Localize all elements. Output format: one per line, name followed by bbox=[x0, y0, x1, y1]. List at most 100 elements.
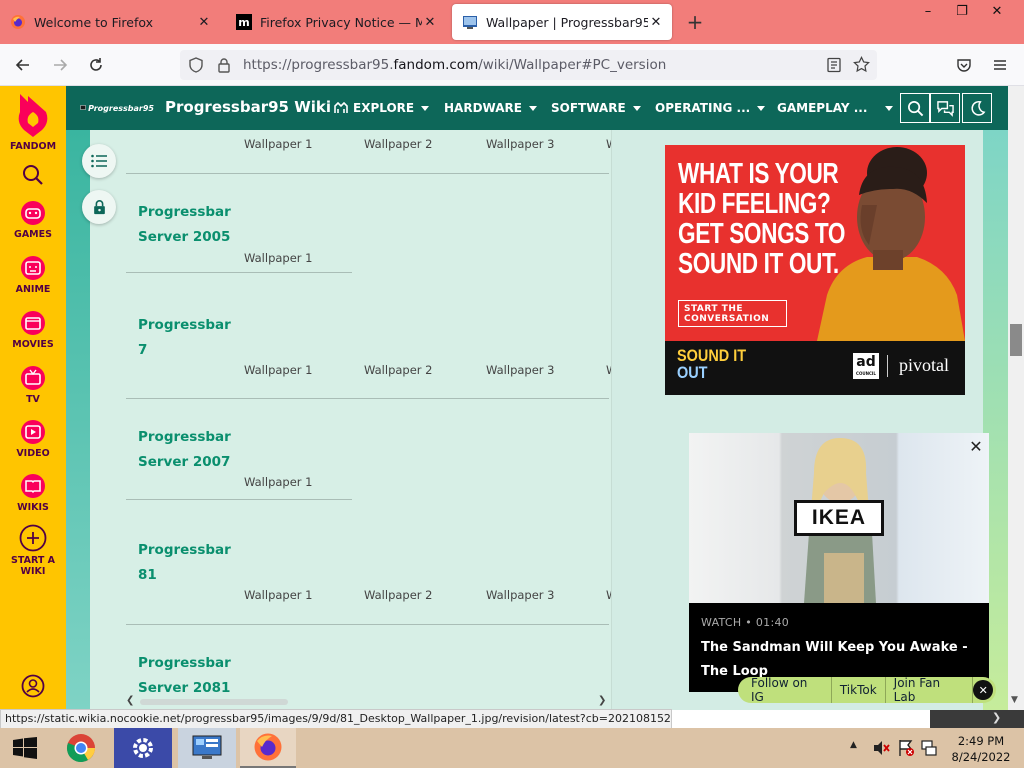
theme-toggle-button[interactable] bbox=[962, 93, 992, 123]
wiki-search-button[interactable] bbox=[900, 93, 930, 123]
tab-welcome-firefox[interactable]: Welcome to Firefox ✕ bbox=[0, 4, 220, 40]
url-text[interactable]: https://progressbar95.fandom.com/wiki/Wa… bbox=[243, 57, 666, 73]
wallpaper-link[interactable]: Wallpaper 2 bbox=[364, 363, 433, 377]
scroll-right-arrow[interactable]: ❯ bbox=[598, 695, 606, 706]
wiki-name[interactable]: Progressbar95 Wiki bbox=[165, 98, 331, 116]
wallpaper-link[interactable]: Wallpaper 3 bbox=[486, 588, 555, 602]
gallery-row: Wallpaper 1 Wallpaper 2 Wallpaper 3 W bbox=[126, 130, 611, 174]
start-a-wiki-button[interactable]: START A WIKI bbox=[0, 524, 66, 577]
fandom-logo[interactable]: FANDOM bbox=[0, 92, 66, 152]
toc-button[interactable] bbox=[82, 144, 116, 178]
section-title[interactable]: Progressbar Server 2081 bbox=[138, 651, 231, 700]
tab-close-icon[interactable]: ✕ bbox=[422, 14, 438, 30]
tab-close-icon[interactable]: ✕ bbox=[648, 14, 664, 30]
pocket-icon bbox=[957, 59, 971, 72]
network-icon[interactable] bbox=[920, 739, 938, 757]
video-player[interactable]: IKEA ✕ WATCH • 01:40 The Sandman Will Ke… bbox=[689, 433, 989, 692]
wallpaper-link[interactable]: Wallpaper 1 bbox=[244, 251, 313, 265]
wallpaper-link[interactable]: Wallpaper 2 bbox=[364, 588, 433, 602]
ad-cta-button[interactable]: START THE CONVERSATION bbox=[678, 300, 787, 327]
rail-item-games[interactable]: GAMES bbox=[0, 200, 66, 240]
section-title[interactable]: Progressbar 81 bbox=[138, 538, 231, 587]
scroll-down-arrow[interactable]: ▼ bbox=[1011, 695, 1018, 705]
wallpaper-link[interactable]: Wallpaper 1 bbox=[244, 588, 313, 602]
tab-privacy-notice[interactable]: m Firefox Privacy Notice — Mozilla ✕ bbox=[226, 4, 446, 40]
reader-view-icon[interactable] bbox=[826, 57, 842, 73]
section-title[interactable]: Progressbar Server 2005 bbox=[138, 200, 231, 249]
nav-label: GAMEPLAY ... bbox=[777, 101, 868, 115]
vertical-scroll-thumb[interactable] bbox=[1010, 324, 1022, 356]
rail-search[interactable] bbox=[0, 164, 66, 186]
gamepad-icon bbox=[21, 201, 45, 225]
discussions-button[interactable] bbox=[930, 93, 960, 123]
horizontal-scroll-thumb[interactable] bbox=[140, 699, 288, 705]
tv-icon bbox=[21, 366, 45, 390]
wallpaper-link[interactable]: Wallpaper 1 bbox=[244, 475, 313, 489]
scroll-left-arrow[interactable]: ❮ bbox=[126, 695, 134, 706]
video-meta: WATCH • 01:40 bbox=[701, 616, 790, 629]
chevron-down-icon bbox=[632, 105, 641, 111]
close-window-button[interactable]: ✕ bbox=[980, 0, 1014, 22]
shield-icon[interactable] bbox=[188, 57, 204, 73]
rail-item-tv[interactable]: TV bbox=[0, 365, 66, 405]
tab-wallpaper-wiki[interactable]: Wallpaper | Progressbar95 Wiki | Fa ✕ bbox=[452, 4, 672, 40]
section-title[interactable]: Progressbar 7 bbox=[138, 313, 231, 362]
volume-muted-icon[interactable] bbox=[872, 740, 890, 756]
reload-button[interactable] bbox=[82, 51, 110, 79]
rail-item-video[interactable]: VIDEO bbox=[0, 419, 66, 459]
tab-close-icon[interactable]: ✕ bbox=[196, 14, 212, 30]
horizontal-scrollbar[interactable]: ❮ ❯ bbox=[126, 695, 610, 709]
taskbar-chrome[interactable] bbox=[56, 728, 106, 768]
nav-software[interactable]: SOFTWARE bbox=[551, 86, 641, 130]
nav-hardware[interactable]: HARDWARE bbox=[444, 86, 537, 130]
wallpaper-link[interactable]: Wallpaper 3 bbox=[486, 137, 555, 151]
wallpaper-link[interactable]: Wallpaper 3 bbox=[486, 363, 555, 377]
follow-ig-link[interactable]: Follow on IG bbox=[738, 676, 832, 704]
section-title-line-1: Progressbar bbox=[138, 204, 231, 220]
book-icon bbox=[21, 474, 45, 498]
reload-icon bbox=[90, 58, 102, 71]
tiktok-link[interactable]: TikTok bbox=[832, 677, 886, 703]
wallpaper-link[interactable]: Wallpaper 1 bbox=[244, 137, 313, 151]
protection-button[interactable] bbox=[82, 190, 116, 224]
vertical-scrollbar[interactable]: ▼ bbox=[1008, 86, 1024, 710]
rail-item-anime[interactable]: ANIME bbox=[0, 255, 66, 295]
url-bar[interactable]: https://progressbar95.fandom.com/wiki/Wa… bbox=[180, 50, 877, 80]
nav-gameplay[interactable]: GAMEPLAY ... bbox=[777, 86, 894, 130]
start-button[interactable] bbox=[0, 728, 50, 768]
taskbar-clock[interactable]: 2:49 PM 8/24/2022 bbox=[946, 733, 1016, 765]
menu-button[interactable] bbox=[986, 51, 1014, 79]
scroll-right-small-icon[interactable]: ❯ bbox=[992, 711, 1001, 724]
lock-icon[interactable] bbox=[216, 57, 232, 73]
rail-item-wikis[interactable]: WIKIS bbox=[0, 473, 66, 513]
section-title-line-1: Progressbar bbox=[138, 317, 231, 333]
taskbar-firefox[interactable] bbox=[240, 728, 296, 768]
video-close-button[interactable]: ✕ bbox=[966, 436, 986, 456]
account-button[interactable] bbox=[0, 674, 66, 698]
wallpaper-link[interactable]: Wallpaper 1 bbox=[244, 363, 313, 377]
nav-explore[interactable]: EXPLORE bbox=[334, 86, 430, 130]
wiki-logo[interactable]: Progressbar95 bbox=[80, 100, 154, 116]
video-thumbnail[interactable]: IKEA ✕ bbox=[689, 433, 989, 603]
follow-bar-close-button[interactable]: ✕ bbox=[973, 680, 994, 700]
nav-label: OPERATING ... bbox=[655, 101, 751, 115]
minimize-button[interactable]: – bbox=[911, 0, 945, 22]
action-center-flag-icon[interactable] bbox=[897, 739, 915, 757]
wallpaper-link[interactable]: Wallpaper 2 bbox=[364, 137, 433, 151]
rail-item-movies[interactable]: MOVIES bbox=[0, 310, 66, 350]
forward-button[interactable] bbox=[46, 51, 74, 79]
fandom-global-nav: FANDOM GAMES ANIME MOVIES TV VIDEO WIKIS… bbox=[0, 86, 66, 710]
back-button[interactable] bbox=[9, 51, 37, 79]
maximize-button[interactable]: ❐ bbox=[945, 0, 979, 22]
section-title[interactable]: Progressbar Server 2007 bbox=[138, 425, 231, 474]
taskbar-settings[interactable] bbox=[114, 728, 172, 768]
tray-expand-icon[interactable]: ▲ bbox=[850, 740, 857, 750]
join-fan-lab-link[interactable]: Join Fan Lab bbox=[886, 676, 974, 704]
new-tab-button[interactable]: + bbox=[684, 12, 706, 34]
bookmark-star-icon[interactable] bbox=[853, 56, 870, 73]
taskbar-control-panel[interactable] bbox=[178, 728, 236, 768]
pocket-button[interactable] bbox=[950, 51, 978, 79]
start-wiki-label-2: WIKI bbox=[20, 566, 46, 577]
nav-operating-systems[interactable]: OPERATING ... bbox=[655, 86, 766, 130]
ad-banner[interactable]: WHAT IS YOUR KID FEELING? GET SONGS TO S… bbox=[665, 145, 965, 395]
